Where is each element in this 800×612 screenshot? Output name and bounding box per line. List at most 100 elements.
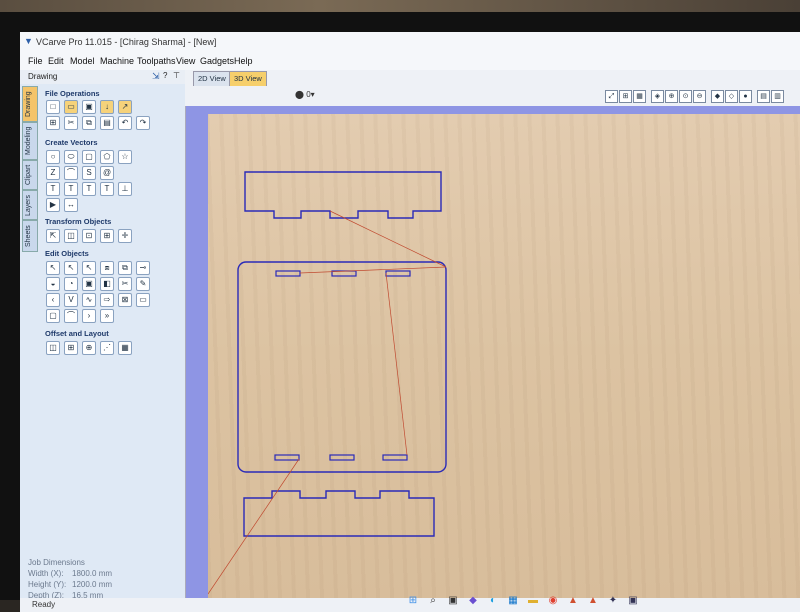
menu-help[interactable]: Help [234,56,253,66]
node-edit-icon[interactable]: ▶ [46,198,60,212]
new-file-icon[interactable]: □ [46,100,60,114]
interactive-trim-icon[interactable]: ↖ [82,261,96,275]
star-icon[interactable]: ☆ [118,150,132,164]
offset-icon[interactable]: ◫ [46,341,60,355]
drawing-canvas[interactable] [186,106,800,598]
zoom-extents-icon[interactable]: ◈ [651,90,664,103]
render-icon[interactable]: ● [739,90,752,103]
mirror-icon[interactable]: ⊠ [118,293,132,307]
start-icon[interactable]: ⊞ [406,594,420,608]
menu-model[interactable]: Model [70,56,95,66]
copy-along-icon[interactable]: ⋰ [100,341,114,355]
measure-icon[interactable]: ↔ [64,198,78,212]
zoom-in-icon[interactable]: ⊕ [665,90,678,103]
nesting-icon[interactable]: ▦ [118,341,132,355]
scale-icon[interactable]: ⊡ [82,229,96,243]
circular-array-icon[interactable]: ⊕ [82,341,96,355]
ellipse-icon[interactable]: ⬭ [64,150,78,164]
subtract-icon[interactable]: ◔ [64,277,78,291]
tab-sheets[interactable]: Sheets [22,220,38,252]
rotate-icon[interactable]: ⊞ [100,229,114,243]
vectric-icon[interactable]: ▲ [566,594,580,608]
arc-icon[interactable]: S [82,166,96,180]
extend-icon[interactable]: ✎ [136,277,150,291]
tab-3d-view[interactable]: 3D View [229,71,267,87]
app-icon[interactable]: ✦ [606,594,620,608]
menu-gadgets[interactable]: Gadgets [200,56,234,66]
chamfer-icon[interactable]: ‹ [46,293,60,307]
paste-icon[interactable]: ▤ [100,116,114,130]
double-chevron-icon[interactable]: » [100,309,114,323]
text-icon[interactable]: T [46,182,60,196]
zoom-box-icon[interactable]: ⊙ [679,90,692,103]
save-file-icon[interactable]: ▣ [82,100,96,114]
dogbone-icon[interactable]: V [64,293,78,307]
edge-icon[interactable]: ◐ [486,594,500,608]
tab-modeling[interactable]: Modeling [22,122,38,160]
select-icon[interactable]: ↖ [46,261,60,275]
arrow-right-icon[interactable]: ⇨ [100,293,114,307]
app2-icon[interactable]: ▣ [626,594,640,608]
export-icon[interactable]: ↗ [118,100,132,114]
move-icon[interactable]: ⇱ [46,229,60,243]
transform-center-icon[interactable]: ✛ [118,229,132,243]
rectangle-icon[interactable]: ▢ [82,150,96,164]
spiral-icon[interactable]: @ [100,166,114,180]
layout-icon[interactable]: ▤ [757,90,770,103]
tab-2d-view[interactable]: 2D View [193,71,231,87]
tab-layers[interactable]: Layers [22,190,38,220]
rounded-rect-icon[interactable]: ▢ [46,309,60,323]
job-setup-icon[interactable]: ⊞ [46,116,60,130]
polyline-icon[interactable]: Z [46,166,60,180]
array-copy-icon[interactable]: ⊞ [64,341,78,355]
dimension-icon[interactable]: ⊥ [118,182,132,196]
text-arc-icon[interactable]: T [100,182,114,196]
tab-drawing[interactable]: Drawing [22,86,38,122]
copy-icon[interactable]: ⧉ [82,116,96,130]
close-vector-icon[interactable]: ⌒ [64,309,78,323]
menu-toolpaths[interactable]: Toolpaths [137,56,176,66]
undo-icon[interactable]: ↶ [118,116,132,130]
split-view-icon[interactable]: ▥ [771,90,784,103]
view-iso-icon[interactable]: ⤢ [605,90,618,103]
intersect-icon[interactable]: ▣ [82,277,96,291]
text-auto-layout-icon[interactable]: T [82,182,96,196]
fillet-icon[interactable]: ◧ [100,277,114,291]
menu-view[interactable]: View [176,56,195,66]
node-select-icon[interactable]: ↖ [64,261,78,275]
redo-icon[interactable]: ↷ [136,116,150,130]
store-icon[interactable]: ▦ [506,594,520,608]
smooth-icon[interactable]: ∿ [82,293,96,307]
vectric2-icon[interactable]: ▲ [586,594,600,608]
help-icon[interactable]: ? [163,71,167,80]
tab-clipart[interactable]: Clipart [22,160,38,190]
chrome-icon[interactable]: ◉ [546,594,560,608]
grid-icon[interactable]: ▦ [633,90,646,103]
pin-icon[interactable]: ⇲ [152,71,160,82]
task-view-icon[interactable]: ▣ [446,594,460,608]
menu-machine[interactable]: Machine [100,56,134,66]
nest-icon[interactable]: ▭ [136,293,150,307]
text-on-curve-icon[interactable]: T [64,182,78,196]
view-front-icon[interactable]: ◇ [725,90,738,103]
import-icon[interactable]: ↓ [100,100,114,114]
group-icon[interactable]: ⧈ [100,261,114,275]
explorer-icon[interactable]: ▬ [526,594,540,608]
menu-edit[interactable]: Edit [48,56,64,66]
autohide-icon[interactable]: ⊤ [173,71,180,80]
chevron-icon[interactable]: › [82,309,96,323]
circle-icon[interactable]: ○ [46,150,60,164]
trim-icon[interactable]: ✂ [118,277,132,291]
copilot-icon[interactable]: ◆ [466,594,480,608]
curve-icon[interactable]: ⌒ [64,166,78,180]
snap-icon[interactable]: ⊞ [619,90,632,103]
menu-file[interactable]: File [28,56,43,66]
align-icon[interactable]: ◫ [64,229,78,243]
zoom-out-icon[interactable]: ⊖ [693,90,706,103]
weld-icon[interactable]: ◒ [46,277,60,291]
open-file-icon[interactable]: ▭ [64,100,78,114]
ungroup-icon[interactable]: ⧉ [118,261,132,275]
join-icon[interactable]: ⊸ [136,261,150,275]
view-top-icon[interactable]: ◆ [711,90,724,103]
layer-selector[interactable]: ⬤ 0▾ [295,90,315,99]
